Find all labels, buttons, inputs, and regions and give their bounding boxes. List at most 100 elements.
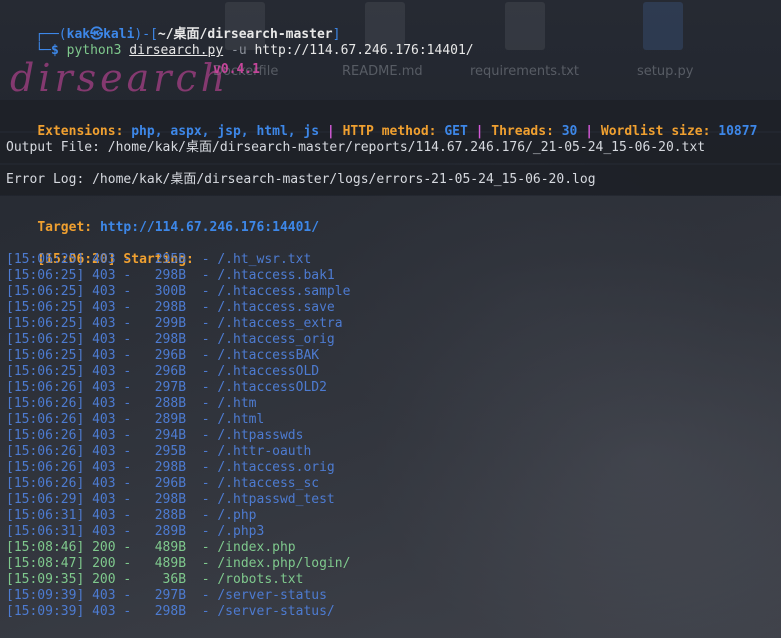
result-status-code: 403 [92,508,116,523]
result-row: [15:06:26] 403 - 295B - /.httr-oauth [6,444,312,459]
result-path: /server-status/ [217,604,335,619]
result-size: 298B [139,268,187,283]
result-row: [15:06:25] 403 - 296B - /.htaccessBAK [6,348,320,363]
separator: | [475,124,484,139]
result-time: [15:06:25] [6,268,85,283]
result-row: [15:06:26] 403 - 296B - /.htaccess_sc [6,476,320,491]
separator: | [585,124,594,139]
result-time: [15:09:35] [6,572,85,587]
result-time: [15:06:26] [6,428,85,443]
threads-value: 30 [561,124,578,139]
result-path: /.php3 [217,524,265,539]
command-flag: -u [231,43,247,58]
result-path: /.htaccess.sample [217,284,351,299]
result-status-code: 403 [92,316,116,331]
result-row: [15:06:26] 403 - 289B - /.html [6,412,265,427]
extensions-label: Extensions: [37,124,124,139]
result-size: 300B [139,284,187,299]
result-row: [15:06:25] 403 - 299B - /.htaccess_extra [6,316,343,331]
result-path: /.htaccessOLD [217,364,320,379]
result-status-code: 403 [92,492,116,507]
result-path: /.htaccess.orig [217,460,335,475]
result-status-code: 403 [92,428,116,443]
result-path: /index.php/login/ [217,556,351,571]
result-status-code: 403 [92,412,116,427]
result-path: /.httr-oauth [217,444,312,459]
result-size: 297B [139,588,187,603]
result-path: /.htaccessBAK [217,348,320,363]
result-status-code: 200 [92,572,116,587]
result-row: [15:08:46] 200 - 489B - /index.php [6,540,296,555]
result-time: [15:08:46] [6,540,85,555]
result-time: [15:06:25] [6,332,85,347]
desktop-icon-label[interactable]: README.md [342,64,423,79]
extensions-value: php, aspx, jsp, html, js [131,124,320,139]
result-path: /index.php [217,540,296,555]
result-time: [15:06:25] [6,364,85,379]
result-status-code: 200 [92,540,116,555]
result-path: /.html [217,412,265,427]
result-time: [15:06:29] [6,492,85,507]
result-path: /.htpasswds [217,428,304,443]
threads-label: Threads: [491,124,554,139]
result-size: 289B [139,412,187,427]
result-row: [15:06:26] 403 - 297B - /.htaccessOLD2 [6,380,327,395]
result-row: [15:06:31] 403 - 288B - /.php [6,508,257,523]
result-time: [15:06:31] [6,524,85,539]
result-time: [15:06:26] [6,476,85,491]
result-status-code: 403 [92,252,116,267]
result-status-code: 403 [92,476,116,491]
result-time: [15:06:25] [6,348,85,363]
result-status-code: 403 [92,588,116,603]
result-status-code: 403 [92,396,116,411]
result-size: 295B [139,444,187,459]
result-row: [15:06:25] 403 - 298B - /.htaccess_orig [6,332,335,347]
result-size: 299B [139,316,187,331]
result-time: [15:09:39] [6,588,85,603]
result-size: 298B [139,460,187,475]
desktop-icon-label[interactable]: requirements.txt [470,64,579,79]
result-row: [15:09:35] 200 - 36B - /robots.txt [6,572,304,587]
result-time: [15:06:25] [6,300,85,315]
result-status-code: 403 [92,524,116,539]
result-path: /.htm [217,396,257,411]
result-status-code: 403 [92,444,116,459]
file-icon[interactable] [505,2,545,50]
result-path: /.htaccess_sc [217,476,320,491]
result-path: /.htaccess.bak1 [217,268,335,283]
result-time: [15:09:39] [6,604,85,619]
result-size: 296B [139,348,187,363]
result-size: 489B [139,540,187,555]
result-path: /robots.txt [217,572,304,587]
result-time: [15:06:26] [6,460,85,475]
result-row: [15:06:31] 403 - 289B - /.php3 [6,524,265,539]
method-label: HTTP method: [342,124,437,139]
result-size: 298B [139,604,187,619]
result-size: 288B [139,508,187,523]
starting-line: [15:06:20] Starting: [6,236,194,267]
result-size: 489B [139,556,187,571]
result-size: 296B [139,476,187,491]
result-status-code: 403 [92,604,116,619]
result-size: 289B [139,524,187,539]
result-time: [15:06:31] [6,508,85,523]
result-size: 297B [139,380,187,395]
target-label: Target: [37,220,93,235]
result-time: [15:08:47] [6,556,85,571]
result-status-code: 403 [92,300,116,315]
command-line: └─$ python3 dirsearch.py -u http://114.6… [4,27,473,58]
result-size: 288B [139,396,187,411]
result-row: [15:06:25] 403 - 298B - /.htaccess.save [6,300,335,315]
result-row: [15:06:25] 403 - 298B - /.htaccess.bak1 [6,268,335,283]
result-path: /server-status [217,588,327,603]
result-status-code: 403 [92,380,116,395]
result-status-code: 200 [92,556,116,571]
desktop-icon-label[interactable]: setup.py [637,64,693,79]
result-status-code: 403 [92,284,116,299]
result-path: /.ht_wsr.txt [217,252,312,267]
target-url: http://114.67.246.176:14401/ [99,220,320,235]
result-row: [15:06:25] 403 - 296B - /.htaccessOLD [6,364,320,379]
python-file-icon[interactable] [643,2,683,50]
result-size: 295B [139,252,187,267]
result-time: [15:06:25] [6,252,85,267]
